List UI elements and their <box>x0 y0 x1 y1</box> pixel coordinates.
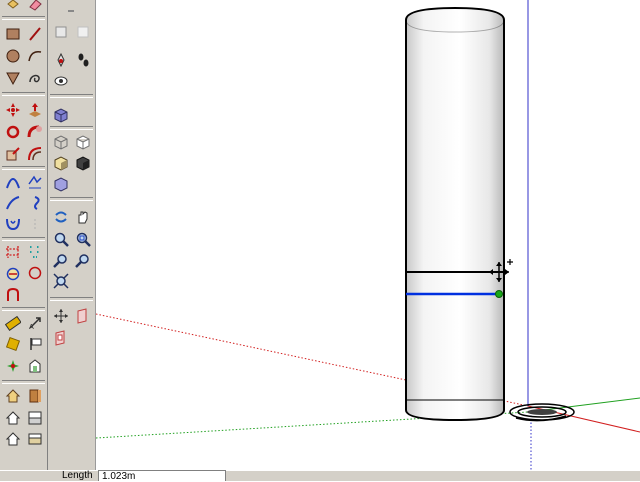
tape-measure-icon[interactable] <box>3 263 23 283</box>
iso-view-icon[interactable] <box>51 105 71 125</box>
look-around-icon[interactable] <box>51 71 71 91</box>
xray-icon[interactable] <box>51 174 71 194</box>
endpoint-marker <box>495 290 503 298</box>
zoom-extents-icon[interactable] <box>51 271 71 291</box>
component-browser-icon[interactable] <box>25 408 45 428</box>
rotate-icon[interactable] <box>3 122 23 142</box>
outliner-icon[interactable] <box>25 429 45 449</box>
offset-icon[interactable] <box>25 144 45 164</box>
push-pull-icon[interactable] <box>25 100 45 120</box>
line-icon[interactable] <box>25 24 45 44</box>
move-icon[interactable] <box>3 100 23 120</box>
circle-icon[interactable] <box>3 46 23 66</box>
drawing-canvas[interactable] <box>96 0 640 470</box>
sandbox-add-detail-icon[interactable] <box>3 214 23 234</box>
eraser-icon[interactable] <box>25 0 45 14</box>
zoom-window-icon[interactable] <box>73 229 93 249</box>
cylinder[interactable] <box>405 6 505 422</box>
scale-icon[interactable] <box>3 144 23 164</box>
arc-icon[interactable] <box>25 46 45 66</box>
hidden-line-icon[interactable] <box>73 132 93 152</box>
section-cut-icon[interactable] <box>51 328 71 348</box>
rectangle-icon[interactable] <box>3 24 23 44</box>
footprints-icon[interactable] <box>73 50 93 70</box>
section-display-icon[interactable] <box>73 306 93 326</box>
protractor-icon[interactable] <box>25 263 45 283</box>
polygon-icon[interactable] <box>3 68 23 88</box>
sandbox-drape-icon[interactable] <box>25 193 45 213</box>
save-icon[interactable] <box>25 386 45 406</box>
wireframe-icon[interactable] <box>51 132 71 152</box>
sandbox-flip-edge-icon[interactable] <box>25 214 45 234</box>
shaded-icon[interactable] <box>51 153 71 173</box>
toolbar-left: A <box>0 0 48 470</box>
status-bar: Length 1.023m <box>0 470 640 482</box>
section-plane-icon[interactable] <box>25 334 45 354</box>
pan-hand-icon[interactable] <box>73 207 93 227</box>
dimension-icon[interactable] <box>3 313 23 333</box>
next-view-icon[interactable] <box>73 250 93 270</box>
select-arrow-icon[interactable] <box>51 22 71 42</box>
shaded-cube-icon[interactable] <box>73 22 93 42</box>
house-outline-icon[interactable] <box>3 429 23 449</box>
sandbox-from-contours-icon[interactable] <box>25 172 45 192</box>
zoom-icon[interactable] <box>51 229 71 249</box>
sandbox-grid-icon[interactable] <box>25 242 45 262</box>
length-value-input[interactable]: 1.023m <box>98 470 226 482</box>
intersect-icon[interactable] <box>3 242 23 262</box>
orbit-icon[interactable] <box>51 207 71 227</box>
svg-text:A: A <box>29 323 34 331</box>
monochrome-icon[interactable] <box>73 153 93 173</box>
toolbar-middle <box>48 0 96 470</box>
home-outline-icon[interactable] <box>3 408 23 428</box>
axes-icon[interactable] <box>3 285 23 305</box>
freehand-icon[interactable] <box>25 68 45 88</box>
make-component-icon[interactable] <box>3 0 23 14</box>
sandbox-stamp-icon[interactable] <box>3 193 23 213</box>
text-icon[interactable]: A <box>25 313 45 333</box>
sandbox-smoove-icon[interactable] <box>3 172 23 192</box>
previous-view-icon[interactable] <box>51 250 71 270</box>
paint-bucket-icon[interactable] <box>51 50 71 70</box>
position-camera-icon[interactable] <box>51 306 71 326</box>
text-label-icon[interactable] <box>3 334 23 354</box>
follow-me-icon[interactable] <box>25 122 45 142</box>
warehouse-get-models-icon[interactable] <box>3 356 23 376</box>
home-icon[interactable] <box>3 386 23 406</box>
warehouse-share-model-icon[interactable] <box>25 356 45 376</box>
